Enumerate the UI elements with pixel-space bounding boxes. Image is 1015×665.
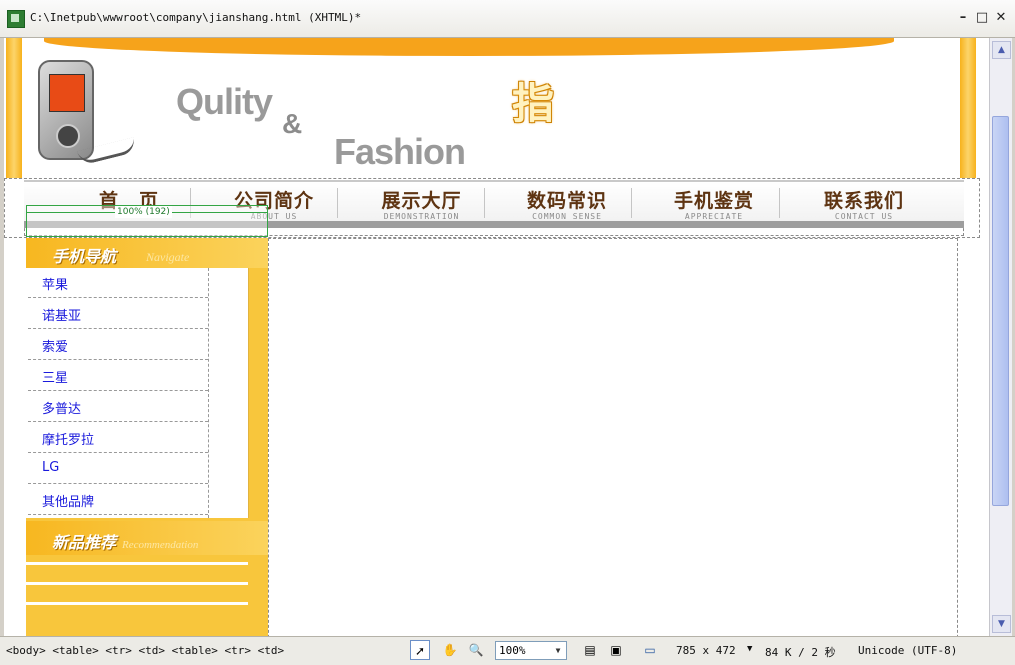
nav-item-appreciate[interactable]: 手机鉴赏 APPRECIATE	[649, 186, 779, 226]
list-item: LG	[28, 454, 208, 484]
nav-item-contact[interactable]: 联系我们 CONTACT US	[799, 186, 929, 226]
monitor-icon[interactable]: ▭	[640, 640, 660, 660]
brand-link-dopod[interactable]: 多普达	[42, 398, 81, 417]
sidebar-recommend-subtitle: Recommendation	[122, 539, 199, 551]
design-view[interactable]: Qulity & Fashion 指 首 页 公司简介 ABOUT US 展示大…	[4, 38, 989, 636]
nav-item-label: 展示大厅	[381, 190, 462, 212]
table-width-label: 100% (192)	[115, 206, 172, 218]
list-item: 其他品牌	[28, 485, 208, 515]
list-item: 诺基亚	[28, 299, 208, 329]
nav-item-label: 手机鉴赏	[673, 190, 754, 212]
download-size-time: 84 K / 2 秒	[765, 646, 836, 659]
divider	[26, 602, 248, 605]
sidebar-recommend-title: 新品推荐	[52, 533, 117, 552]
status-bar: <body> <table> <tr> <td> <table> <tr> <t…	[0, 636, 1015, 665]
close-button[interactable]: ✕	[993, 9, 1009, 27]
brand-logo-char: 指	[512, 79, 555, 128]
content-cell-guide	[268, 238, 958, 636]
nav-item-sublabel: DEMONSTRATION	[383, 212, 460, 221]
left-border-decoration	[6, 38, 22, 178]
page-layout-icon[interactable]: ▣	[606, 640, 626, 660]
list-item: 摩托罗拉	[28, 423, 208, 453]
document-icon	[7, 10, 25, 28]
brand-link-sony-ericsson[interactable]: 索爱	[42, 336, 68, 355]
hand-tool-icon[interactable]: ✋	[440, 640, 460, 660]
list-item: 多普达	[28, 392, 208, 422]
sidebar: 手机导航 Navigate 苹果 诺基亚 索爱 三星 多普达 摩托罗拉 LG 其…	[26, 238, 268, 636]
list-item: 苹果	[28, 268, 208, 298]
select-tool-icon[interactable]: ➚	[410, 640, 430, 660]
chevron-down-icon: ▼	[555, 646, 561, 655]
right-border-decoration	[960, 38, 976, 178]
brand-link-samsung[interactable]: 三星	[42, 367, 68, 386]
window-size-icon[interactable]: ▤	[580, 640, 600, 660]
phone-image	[38, 60, 94, 160]
header-swoosh	[44, 38, 894, 56]
list-item: 三星	[28, 361, 208, 391]
table-width-indicator[interactable]: 100% (192)	[26, 205, 268, 237]
scroll-thumb[interactable]	[992, 116, 1009, 506]
slogan-ampersand: &	[282, 108, 303, 139]
window-dimensions[interactable]: 785 x 472	[676, 644, 736, 657]
minimize-button[interactable]: –	[955, 9, 971, 27]
sidebar-nav-header: 手机导航 Navigate	[26, 238, 268, 268]
sidebar-nav-subtitle: Navigate	[146, 250, 190, 264]
nav-divider	[631, 188, 632, 218]
window-title: C:\Inetpub\wwwroot\company\jianshang.htm…	[30, 11, 362, 24]
brand-link-apple[interactable]: 苹果	[42, 274, 68, 293]
slogan-quility: Qulity	[176, 81, 273, 122]
nav-item-showroom[interactable]: 展示大厅 DEMONSTRATION	[354, 186, 489, 226]
zoom-value: 100%	[499, 644, 526, 657]
nav-item-sublabel: COMMON SENSE	[532, 212, 602, 221]
tag-selector[interactable]: <body> <table> <tr> <td> <table> <tr> <t…	[6, 644, 284, 657]
nav-divider	[337, 188, 338, 218]
divider	[26, 582, 248, 585]
brand-link-motorola[interactable]: 摩托罗拉	[42, 429, 94, 448]
scroll-down-arrow-icon[interactable]: ▼	[992, 615, 1011, 633]
nav-divider	[484, 188, 485, 218]
slogan-fashion: Fashion	[334, 131, 466, 172]
sidebar-nav-title: 手机导航	[52, 247, 117, 266]
nav-item-sublabel: CONTACT US	[834, 212, 894, 221]
brand-list: 苹果 诺基亚 索爱 三星 多普达 摩托罗拉 LG 其他品牌	[26, 268, 249, 518]
brand-link-other[interactable]: 其他品牌	[42, 491, 94, 510]
nav-item-label: 数码常识	[526, 190, 607, 212]
nav-item-digital[interactable]: 数码常识 COMMON SENSE	[502, 186, 632, 226]
list-item: 索爱	[28, 330, 208, 360]
brand-link-lg[interactable]: LG	[42, 460, 59, 475]
vertical-scrollbar[interactable]: ▲ ▼	[989, 38, 1012, 636]
nav-divider	[779, 188, 780, 218]
encoding-label: Unicode (UTF-8)	[858, 644, 958, 657]
nav-item-label: 联系我们	[823, 190, 904, 212]
zoom-tool-icon[interactable]: 🔍	[466, 640, 486, 660]
title-bar: C:\Inetpub\wwwroot\company\jianshang.htm…	[0, 0, 1015, 38]
dimensions-dropdown-icon[interactable]: ▼	[747, 644, 752, 654]
brand-link-nokia[interactable]: 诺基亚	[42, 305, 81, 324]
divider	[26, 562, 248, 565]
nav-item-sublabel: APPRECIATE	[684, 212, 744, 221]
sidebar-recommend-header: 新品推荐 Recommendation	[26, 521, 268, 555]
zoom-select[interactable]: 100% ▼	[495, 641, 567, 660]
restore-button[interactable]: □	[974, 9, 990, 27]
scroll-up-arrow-icon[interactable]: ▲	[992, 41, 1011, 59]
